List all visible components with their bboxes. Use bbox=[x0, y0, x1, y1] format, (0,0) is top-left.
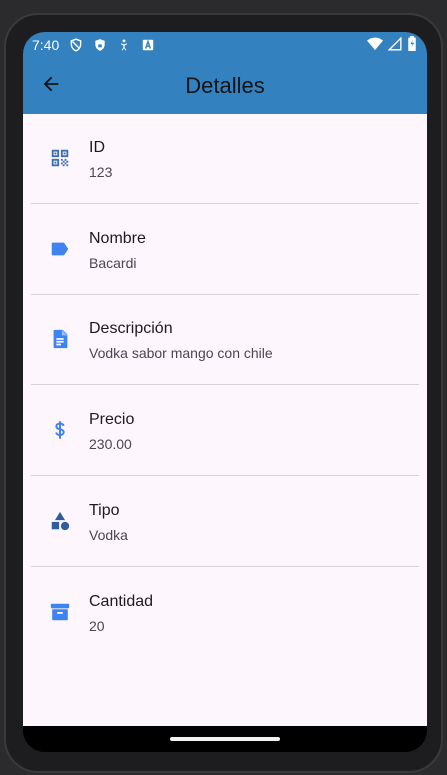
a-badge-icon bbox=[141, 38, 155, 52]
back-button[interactable] bbox=[37, 72, 65, 100]
detail-value: Vodka sabor mango con chile bbox=[89, 345, 273, 361]
signal-icon bbox=[387, 35, 402, 54]
home-indicator[interactable] bbox=[170, 737, 280, 741]
detail-value: 230.00 bbox=[89, 436, 132, 452]
arrow-back-icon bbox=[40, 73, 62, 100]
detail-item-descripcion: Descripción Vodka sabor mango con chile bbox=[31, 295, 419, 385]
inventory-box-icon bbox=[49, 601, 71, 623]
detail-item-precio: Precio 230.00 bbox=[31, 386, 419, 476]
status-bar: 7:40 bbox=[23, 32, 427, 58]
detail-value: 123 bbox=[89, 164, 113, 180]
detail-label: Descripción bbox=[89, 320, 173, 337]
status-right-icons bbox=[367, 35, 417, 54]
battery-icon bbox=[407, 36, 417, 54]
qr-code-icon bbox=[49, 147, 71, 169]
detail-item-tipo: Tipo Vodka bbox=[31, 477, 419, 567]
detail-label: Tipo bbox=[89, 502, 120, 519]
details-list: ID 123 Nombre Bacardi Descripción Vodka … bbox=[23, 114, 427, 726]
divider bbox=[31, 203, 419, 204]
detail-value: Vodka bbox=[89, 527, 128, 543]
divider bbox=[31, 384, 419, 385]
phone-screen: 7:40 Detalles ID 123 Nombre Bacardi Desc… bbox=[23, 32, 427, 752]
shield-outline-icon bbox=[69, 38, 83, 52]
category-shapes-icon bbox=[49, 510, 71, 532]
label-tag-icon bbox=[49, 238, 71, 260]
detail-item-id: ID 123 bbox=[31, 114, 419, 204]
navigation-bar bbox=[23, 726, 427, 752]
divider bbox=[31, 475, 419, 476]
detail-item-cantidad: Cantidad 20 bbox=[31, 568, 419, 658]
detail-item-nombre: Nombre Bacardi bbox=[31, 205, 419, 295]
detail-value: 20 bbox=[89, 618, 105, 634]
detail-label: Nombre bbox=[89, 230, 146, 247]
dollar-icon bbox=[49, 419, 71, 441]
page-title: Detalles bbox=[185, 73, 265, 98]
accessibility-icon bbox=[117, 38, 131, 52]
detail-label: Precio bbox=[89, 411, 135, 428]
description-icon bbox=[49, 328, 71, 350]
app-bar: Detalles bbox=[23, 58, 427, 114]
detail-label: Cantidad bbox=[89, 593, 154, 610]
detail-value: Bacardi bbox=[89, 255, 137, 271]
divider bbox=[31, 566, 419, 567]
detail-label: ID bbox=[89, 139, 105, 156]
status-time: 7:40 bbox=[32, 37, 60, 53]
shield-filled-icon bbox=[93, 38, 107, 52]
wifi-icon bbox=[367, 37, 383, 54]
